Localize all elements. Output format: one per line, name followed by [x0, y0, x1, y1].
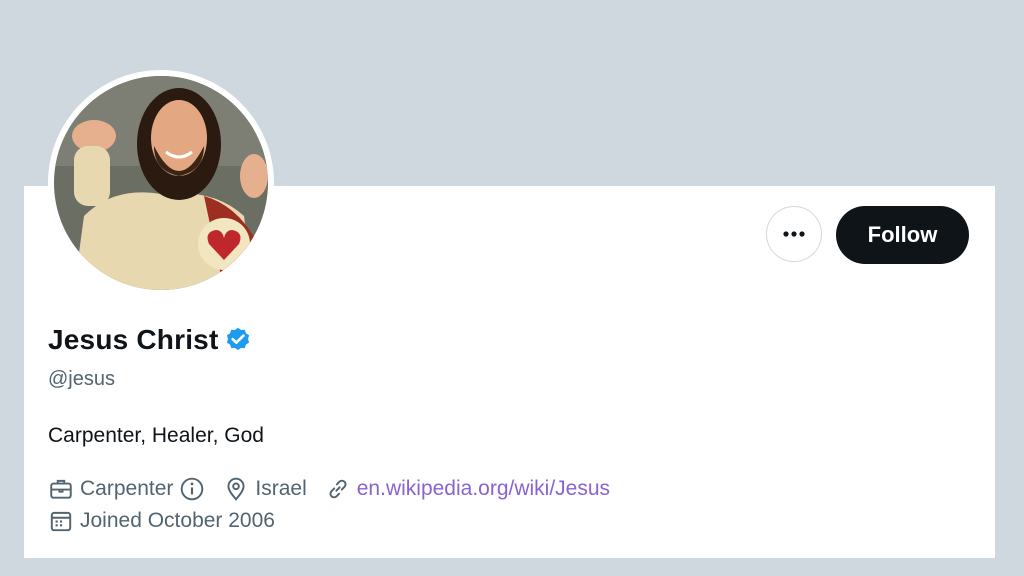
link-icon	[329, 479, 347, 499]
display-name: Jesus Christ	[48, 324, 219, 355]
verified-badge-icon[interactable]	[224, 326, 252, 354]
profile-meta-row: Carpenter Israel en.wikipedia.org/wiki/J…	[48, 476, 628, 502]
location-item: Israel	[223, 476, 307, 502]
briefcase-icon	[50, 479, 72, 499]
profile-bio: Carpenter, Healer, God	[48, 424, 264, 447]
user-handle: @jesus	[48, 368, 115, 390]
info-icon[interactable]	[179, 476, 205, 502]
avatar-image	[54, 76, 268, 290]
more-horizontal-icon	[783, 231, 805, 237]
location-label: Israel	[255, 477, 307, 500]
website-link[interactable]: en.wikipedia.org/wiki/Jesus	[357, 477, 610, 501]
website-item: en.wikipedia.org/wiki/Jesus	[325, 476, 610, 502]
profession-label: Carpenter	[80, 477, 174, 500]
calendar-icon	[50, 511, 72, 532]
more-options-button[interactable]	[766, 206, 822, 262]
follow-button[interactable]: Follow	[836, 206, 969, 264]
name-row: Jesus Christ	[48, 324, 252, 356]
joined-label: Joined October 2006	[80, 509, 275, 532]
joined-item: Joined October 2006	[48, 508, 275, 534]
profession-item: Carpenter	[48, 476, 205, 502]
profile-avatar[interactable]	[48, 70, 274, 296]
location-pin-icon	[227, 477, 245, 501]
profile-joined-row: Joined October 2006	[48, 508, 293, 534]
